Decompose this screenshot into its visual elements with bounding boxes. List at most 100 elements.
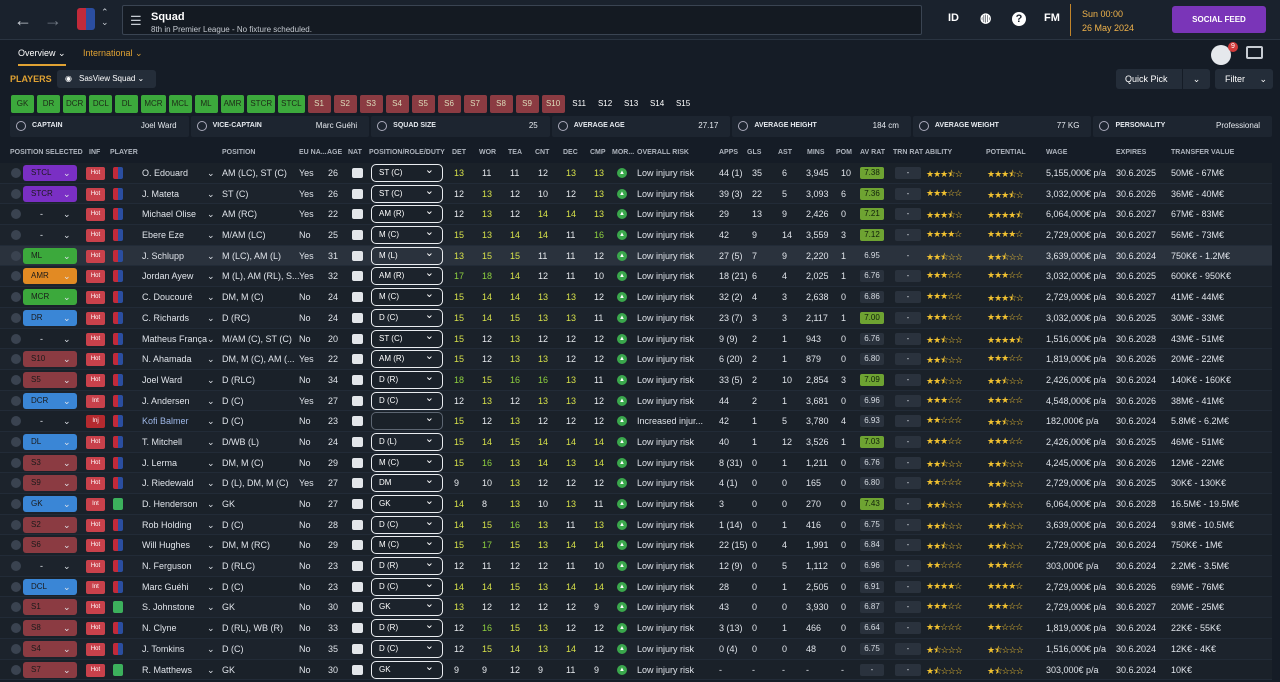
table-row[interactable]: AMR ⌄ Hot Jordan Ayew ⌄ M (L), AM (RL), S... Y… <box>0 265 1272 288</box>
row-select-checkbox[interactable] <box>11 292 21 303</box>
column-header[interactable]: APPS <box>719 149 738 156</box>
row-select-checkbox[interactable] <box>11 333 21 344</box>
player-chevron-icon[interactable]: ⌄ <box>207 602 215 613</box>
role-duty-select[interactable]: M (L) <box>371 245 443 265</box>
player-name[interactable]: Joel Ward <box>142 375 182 385</box>
position-chevron-icon[interactable]: ⌄ <box>63 458 71 469</box>
player-chevron-icon[interactable]: ⌄ <box>207 582 215 593</box>
ball-icon[interactable]: ◍ <box>980 10 991 26</box>
player-chevron-icon[interactable]: ⌄ <box>207 540 215 551</box>
role-duty-select[interactable]: ST (C) <box>371 328 443 348</box>
table-row[interactable]: - ⌄ Hot N. Ferguson ⌄ D (RLC) No 23 D (R) 12 11 12 1… <box>0 555 1272 577</box>
id-icon[interactable]: ID <box>948 12 959 24</box>
role-duty-select[interactable]: D (L) <box>371 431 443 451</box>
player-name[interactable]: Kofi Balmer <box>142 416 189 426</box>
row-select-checkbox[interactable] <box>11 374 21 385</box>
row-select-checkbox[interactable] <box>11 230 21 241</box>
player-chevron-icon[interactable]: ⌄ <box>207 209 215 220</box>
back-arrow-icon[interactable]: ← <box>14 10 32 31</box>
club-badge-icon[interactable] <box>77 8 95 30</box>
role-duty-select[interactable]: AM (R) <box>371 265 443 286</box>
filter-button[interactable]: Filter ⌄ <box>1215 69 1273 89</box>
position-chevron-icon[interactable]: ⌄ <box>63 375 71 386</box>
player-name[interactable]: C. Richards <box>142 313 189 323</box>
row-select-checkbox[interactable] <box>11 519 21 530</box>
role-duty-select[interactable] <box>371 410 443 431</box>
table-row[interactable]: S9 ⌄ Hot J. Riedewald ⌄ D (L), DM, M (C) Yes 27… <box>0 472 1272 494</box>
row-select-checkbox[interactable] <box>11 623 21 634</box>
column-header[interactable]: DET <box>452 149 466 156</box>
table-row[interactable]: S3⌄HotJ. Lerma⌄DM, M (C)No29M (C)1516131… <box>0 452 1272 474</box>
table-row[interactable]: MCR⌄HotC. Doucouré⌄DM, M (C)No24M (C)151… <box>0 286 1272 308</box>
position-chevron-icon[interactable]: ⌄ <box>63 334 71 345</box>
column-header[interactable]: TRN RAT <box>893 149 923 156</box>
table-row[interactable]: STCR⌄HotJ. Mateta⌄ST (C)Yes26ST (C)12131… <box>0 183 1272 205</box>
row-select-checkbox[interactable] <box>11 416 21 427</box>
table-row[interactable]: ML ⌄ Hot J. Schlupp ⌄ M (LC), AM (L) Yes 31 M (L… <box>0 245 1272 267</box>
position-chevron-icon[interactable]: ⌄ <box>63 561 71 572</box>
table-row[interactable]: DCL⌄IntMarc Guéhi⌄D (C)No23D (C)14141513… <box>0 576 1272 598</box>
forward-arrow-icon[interactable]: → <box>44 10 62 31</box>
position-button-s1[interactable]: S1 <box>307 95 331 113</box>
column-header[interactable]: TRANSFER VALUE <box>1171 149 1234 156</box>
table-row[interactable]: - ⌄ Hot Matheus França ⌄ M/AM (C), ST (C) No 20… <box>0 328 1272 350</box>
row-select-checkbox[interactable] <box>11 271 21 282</box>
position-chevron-icon[interactable]: ⌄ <box>63 437 71 448</box>
column-header[interactable]: INF <box>89 149 100 156</box>
position-chevron-icon[interactable]: ⌄ <box>63 230 71 241</box>
row-select-checkbox[interactable] <box>11 312 21 323</box>
role-duty-select[interactable]: M (C) <box>371 286 443 307</box>
position-selected-empty[interactable]: - <box>40 561 43 571</box>
player-name[interactable]: O. Edouard <box>142 168 188 178</box>
position-button-dl[interactable]: DL <box>115 95 139 113</box>
row-select-checkbox[interactable] <box>11 581 21 592</box>
role-duty-select[interactable]: AM (R) <box>371 348 443 369</box>
player-name[interactable]: Jordan Ayew <box>142 271 193 281</box>
position-chevron-icon[interactable]: ⌄ <box>63 189 71 200</box>
column-header[interactable]: POSITION SELECTED <box>10 149 83 156</box>
column-header[interactable]: PLAYER <box>110 149 138 156</box>
table-row[interactable]: - ⌄ Hot Ebere Eze ⌄ M/AM (LC) No 25 M (C) 15 13 14 1… <box>0 224 1272 246</box>
position-chevron-icon[interactable]: ⌄ <box>63 271 71 282</box>
position-chevron-icon[interactable]: ⌄ <box>63 540 71 551</box>
table-row[interactable]: S10 ⌄ Hot N. Ahamada ⌄ DM, M (C), AM (... Yes 2… <box>0 348 1272 370</box>
player-chevron-icon[interactable]: ⌄ <box>207 168 215 179</box>
row-select-checkbox[interactable] <box>11 354 21 365</box>
player-name[interactable]: Marc Guéhi <box>142 582 189 592</box>
view-select[interactable]: ◉ SasView Squad ⌄ <box>57 70 156 88</box>
position-button-s14[interactable]: S14 <box>646 95 669 113</box>
role-duty-select[interactable]: ST (C) <box>371 162 443 182</box>
table-row[interactable]: S5⌄HotJoel Ward⌄D (RLC)No34D (R)18151616… <box>0 369 1272 391</box>
position-chevron-icon[interactable]: ⌄ <box>63 251 71 262</box>
position-button-dcl[interactable]: DCL <box>89 95 113 113</box>
position-button-s9[interactable]: S9 <box>515 95 539 113</box>
display-icon[interactable] <box>1246 46 1263 59</box>
tab-international[interactable]: International ⌄ <box>83 48 143 59</box>
column-header[interactable]: GLS <box>747 149 761 156</box>
player-name[interactable]: N. Clyne <box>142 623 177 633</box>
player-chevron-icon[interactable]: ⌄ <box>207 561 215 572</box>
role-duty-select[interactable]: M (C) <box>371 534 443 555</box>
column-header[interactable]: POM <box>836 149 852 156</box>
player-chevron-icon[interactable]: ⌄ <box>207 375 215 386</box>
player-name[interactable]: D. Henderson <box>142 499 198 509</box>
column-header[interactable]: NAT <box>348 149 362 156</box>
position-button-s10[interactable]: S10 <box>541 95 565 113</box>
player-name[interactable]: S. Johnstone <box>142 602 195 612</box>
position-button-s3[interactable]: S3 <box>359 95 383 113</box>
position-button-dr[interactable]: DR <box>37 95 60 113</box>
position-button-s4[interactable]: S4 <box>385 95 409 113</box>
player-chevron-icon[interactable]: ⌄ <box>207 271 215 282</box>
row-select-checkbox[interactable] <box>11 540 21 551</box>
row-select-checkbox[interactable] <box>11 250 21 261</box>
player-chevron-icon[interactable]: ⌄ <box>207 437 215 448</box>
position-chevron-icon[interactable]: ⌄ <box>63 168 71 179</box>
player-name[interactable]: Ebere Eze <box>142 230 184 240</box>
position-chevron-icon[interactable]: ⌄ <box>63 313 71 324</box>
date-display[interactable]: Sun 00:00 26 May 2024 <box>1070 4 1160 36</box>
player-name[interactable]: C. Doucouré <box>142 292 193 302</box>
column-header[interactable]: CNT <box>535 149 549 156</box>
position-chevron-icon[interactable]: ⌄ <box>63 292 71 303</box>
position-button-s6[interactable]: S6 <box>437 95 461 113</box>
row-select-checkbox[interactable] <box>11 188 21 199</box>
